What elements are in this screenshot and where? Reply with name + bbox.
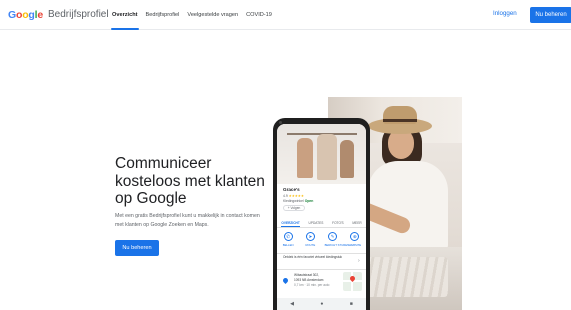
- map-thumbnail[interactable]: [343, 272, 362, 291]
- booking-icon: ✎: [328, 232, 338, 241]
- action-label: ROUTE: [305, 242, 316, 247]
- rating-stars: ★★★★★: [288, 194, 304, 198]
- tab-more[interactable]: MEER: [352, 218, 361, 227]
- open-status: Open: [304, 199, 314, 203]
- route-action[interactable]: ➤ ROUTE: [302, 232, 318, 250]
- website-icon: ⊕: [350, 232, 360, 241]
- dress-shape: [317, 134, 337, 180]
- location-pin-icon: [281, 276, 290, 285]
- divider: [277, 253, 366, 254]
- business-photo: [277, 124, 366, 184]
- call-action[interactable]: ✆ BELLEN: [280, 232, 296, 250]
- follow-button[interactable]: + Volgen: [283, 205, 305, 211]
- action-label: BELLEN: [282, 242, 294, 247]
- home-icon[interactable]: ●: [320, 298, 323, 310]
- phone-mockup: Grace's 4.9 ★★★★★ Kledingwinkel Open + V…: [273, 118, 370, 310]
- product-name[interactable]: Bedrijfsprofiel: [48, 9, 109, 21]
- login-link[interactable]: Inloggen: [493, 10, 517, 18]
- tab-overview[interactable]: OVERZICHT: [281, 218, 300, 227]
- hero-manage-button[interactable]: Nu beheren: [115, 240, 159, 256]
- photo-torso: [368, 161, 448, 251]
- logo-letter: e: [37, 9, 43, 21]
- hero-title: Communiceer kosteloos met klanten op Goo…: [115, 155, 265, 207]
- business-rating: 4.9 ★★★★★: [283, 194, 304, 198]
- google-logo[interactable]: Google: [8, 9, 43, 21]
- logo-letter: G: [8, 9, 16, 21]
- business-address[interactable]: Wibautstraat 302, 1093 NB Amsterdam 0,7 …: [294, 273, 340, 287]
- top-header: Google Bedrijfsprofiel Overzicht Bedrijf…: [0, 0, 571, 30]
- nav-tab-faq[interactable]: Veelgestelde vragen: [183, 0, 242, 30]
- nav-tab-covid[interactable]: COVID-19: [242, 0, 276, 30]
- address-distance: 0,7 km · 10 min. per auto: [294, 282, 330, 287]
- action-label: WEBSITE: [348, 242, 362, 247]
- nav-tab-bedrijfsprofiel[interactable]: Bedrijfsprofiel: [142, 0, 184, 30]
- business-category: Kledingwinkel Open: [283, 199, 313, 203]
- directions-icon: ➤: [305, 232, 315, 241]
- phone-icon: ✆: [283, 232, 293, 241]
- phone-screen: Grace's 4.9 ★★★★★ Kledingwinkel Open + V…: [277, 124, 366, 310]
- recents-icon[interactable]: ■: [350, 298, 353, 310]
- dress-shape: [340, 140, 354, 178]
- tab-updates[interactable]: UPDATES: [309, 218, 324, 227]
- divider: [277, 269, 366, 270]
- website-action[interactable]: ⊕ WEBSITE: [347, 232, 363, 250]
- dress-shape: [297, 138, 313, 178]
- action-label: BERICHT STUREN: [324, 242, 350, 247]
- info-text[interactable]: Ontdek is één favoriet virtueel kledings…: [283, 255, 355, 260]
- tab-photos[interactable]: FOTO'S: [332, 218, 344, 227]
- back-icon[interactable]: ◀: [290, 298, 294, 310]
- hero-description: Met een gratis Bedrijfsprofiel kunt u ma…: [115, 213, 260, 228]
- nav-tab-overzicht[interactable]: Overzicht: [108, 0, 142, 30]
- photo-hat-band: [383, 119, 417, 122]
- header-manage-button[interactable]: Nu beheren: [530, 7, 571, 23]
- category-label: Kledingwinkel: [283, 199, 304, 203]
- action-row: ✆ BELLEN ➤ ROUTE ✎ BERICHT STUREN ⊕ WEBS…: [277, 232, 366, 250]
- message-action[interactable]: ✎ BERICHT STUREN: [324, 232, 350, 250]
- android-nav-bar: ◀ ● ■: [277, 298, 366, 310]
- chevron-right-icon[interactable]: ›: [358, 258, 360, 264]
- business-name: Grace's: [283, 187, 300, 192]
- main-nav: Overzicht Bedrijfsprofiel Veelgestelde v…: [108, 0, 276, 30]
- rating-value: 4.9: [283, 194, 288, 198]
- business-tabs: OVERZICHT UPDATES FOTO'S MEER: [277, 218, 366, 228]
